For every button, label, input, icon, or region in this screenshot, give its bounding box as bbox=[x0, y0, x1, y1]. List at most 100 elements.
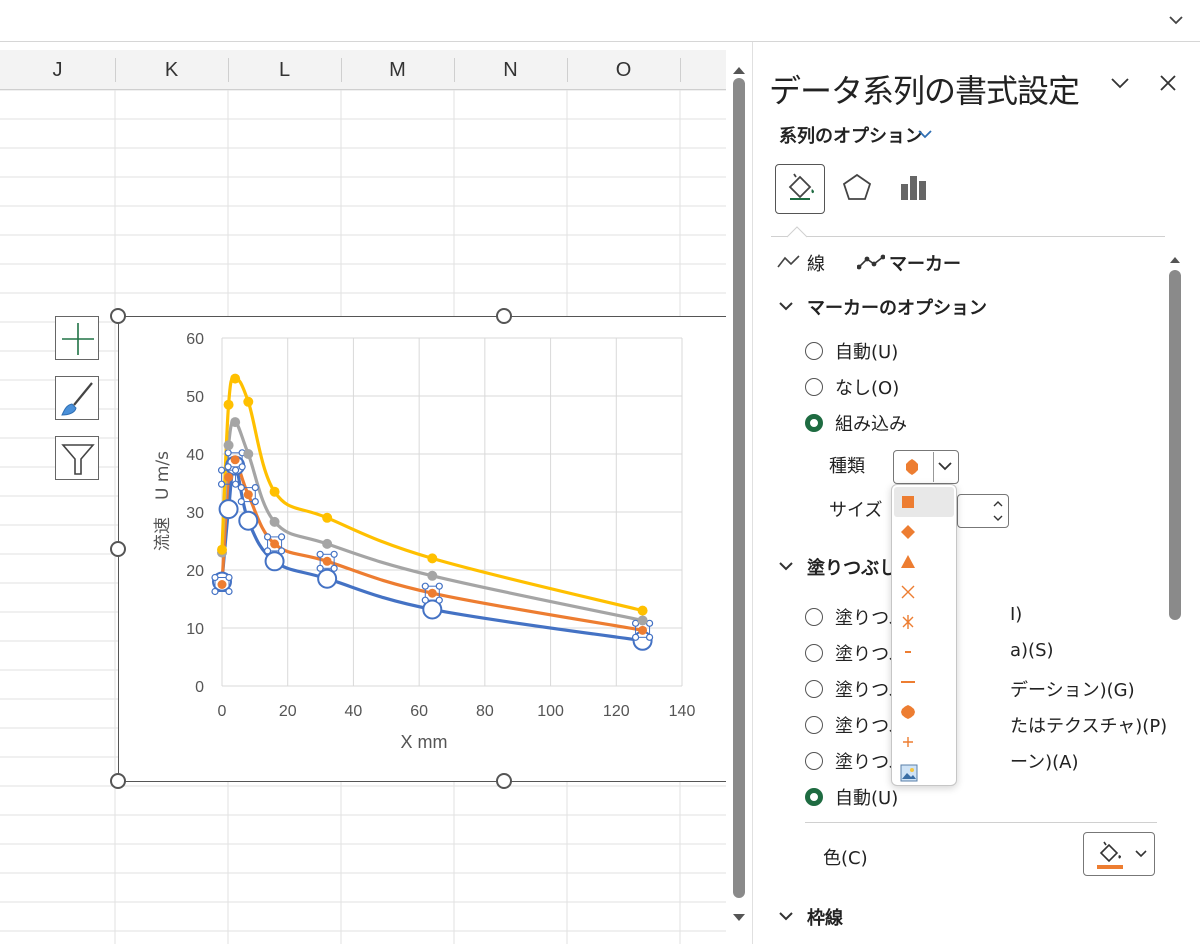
scroll-down-icon[interactable] bbox=[726, 904, 752, 934]
chevron-down-icon bbox=[779, 302, 793, 311]
marker-option-plus[interactable] bbox=[894, 727, 954, 757]
series-2-point[interactable] bbox=[211, 573, 233, 596]
short-dash-marker-icon bbox=[905, 651, 911, 653]
series-3-point[interactable] bbox=[223, 440, 234, 451]
series-2-point[interactable] bbox=[237, 484, 259, 506]
column-header-l[interactable]: L bbox=[228, 50, 341, 90]
fill-line-tab[interactable] bbox=[775, 164, 825, 214]
line-subtab-label: 線 bbox=[807, 254, 825, 275]
series-4-point[interactable] bbox=[637, 605, 648, 616]
chart-styles-button[interactable] bbox=[55, 376, 99, 420]
y-tick-label: 10 bbox=[186, 621, 204, 638]
filter-icon bbox=[61, 444, 95, 475]
column-header-o[interactable]: O bbox=[567, 50, 680, 90]
marker-option-picture[interactable] bbox=[894, 757, 954, 787]
x-axis-title[interactable]: X mm bbox=[401, 732, 448, 752]
spin-down-icon[interactable] bbox=[991, 512, 1005, 524]
chevron-down-icon[interactable] bbox=[917, 128, 933, 140]
radio-label: 自動(U) bbox=[835, 788, 899, 809]
section-heading: マーカーのオプション bbox=[807, 298, 987, 319]
marker-option-long-dash[interactable] bbox=[894, 667, 954, 697]
series-options-dropdown[interactable]: 系列のオプション bbox=[779, 122, 923, 148]
series-2-point[interactable] bbox=[224, 449, 246, 471]
radio-label-tail: ーン)(A) bbox=[1010, 752, 1079, 773]
series-4-point[interactable] bbox=[269, 486, 280, 497]
marker-option-square[interactable] bbox=[894, 487, 954, 517]
scatter-chart[interactable]: 0 10 20 30 40 50 60 0 20 40 60 80 100 120 140 X mm 流速… bbox=[118, 316, 724, 780]
column-header-m[interactable]: M bbox=[341, 50, 454, 90]
sheet-scrollbar-thumb[interactable] bbox=[733, 78, 745, 898]
series-1-point[interactable] bbox=[317, 568, 338, 589]
close-icon[interactable] bbox=[1157, 72, 1179, 94]
series-options-tab[interactable] bbox=[889, 164, 939, 214]
column-header-row: J K L M N O bbox=[0, 50, 726, 90]
marker-option-short-dash[interactable] bbox=[894, 637, 954, 667]
circle-marker-icon bbox=[901, 705, 915, 719]
series-1-point[interactable] bbox=[238, 510, 259, 531]
x-tick-label: 120 bbox=[603, 703, 630, 720]
radio-label-tail: デーション)(G) bbox=[1010, 680, 1135, 701]
effects-tab[interactable] bbox=[833, 164, 883, 214]
plus-icon bbox=[62, 323, 94, 355]
series-4-point[interactable] bbox=[230, 373, 241, 384]
pane-scrollbar-thumb[interactable] bbox=[1169, 270, 1181, 620]
series-1-point[interactable] bbox=[264, 551, 285, 572]
pane-title: データ系列の書式設定 bbox=[769, 72, 1080, 110]
column-header-j[interactable]: J bbox=[0, 50, 115, 90]
column-header-n[interactable]: N bbox=[454, 50, 567, 90]
series-4-point[interactable] bbox=[427, 553, 438, 564]
marker-type-dropdown-button[interactable] bbox=[933, 452, 957, 482]
line-subtab[interactable]: 線 bbox=[777, 250, 847, 278]
column-header-k[interactable]: K bbox=[115, 50, 228, 90]
series-4-point[interactable] bbox=[217, 544, 227, 555]
scroll-up-icon[interactable] bbox=[1165, 250, 1185, 270]
divider bbox=[805, 822, 1157, 823]
marker-subtab[interactable]: マーカー bbox=[857, 250, 977, 278]
y-tick-label: 0 bbox=[195, 679, 204, 696]
marker-option-triangle[interactable] bbox=[894, 547, 954, 577]
chart-filters-button[interactable] bbox=[55, 436, 99, 480]
series-3-point[interactable] bbox=[637, 615, 648, 626]
series-3-point[interactable] bbox=[427, 570, 438, 581]
picture-marker-icon bbox=[900, 764, 918, 782]
chevron-down-icon bbox=[938, 462, 952, 471]
series-3-point[interactable] bbox=[243, 449, 254, 459]
series-4-point[interactable] bbox=[322, 512, 333, 523]
radio-label: 組み込み bbox=[835, 414, 907, 435]
long-dash-marker-icon bbox=[901, 681, 915, 683]
y-axis-ticks: 0 10 20 30 40 50 60 bbox=[186, 331, 204, 696]
series-options-icon bbox=[901, 176, 926, 200]
marker-size-label: サイズ bbox=[829, 500, 883, 521]
fill-color-button[interactable] bbox=[1083, 832, 1155, 876]
marker-type-dropdown-list[interactable] bbox=[891, 484, 957, 786]
series-2-point[interactable] bbox=[263, 533, 286, 555]
y-tick-label: 40 bbox=[186, 447, 204, 464]
series-2-point[interactable] bbox=[316, 550, 338, 572]
series-2-point[interactable] bbox=[421, 582, 443, 604]
section-heading: 塗りつぶし bbox=[807, 558, 898, 579]
spin-up-icon[interactable] bbox=[991, 498, 1005, 510]
marker-option-star[interactable] bbox=[894, 607, 954, 637]
y-axis-title[interactable]: 流速 U m/s bbox=[153, 451, 173, 551]
chevron-down-icon bbox=[779, 912, 793, 921]
series-4-point[interactable] bbox=[223, 399, 234, 410]
effects-icon bbox=[842, 173, 872, 200]
series-3-point[interactable] bbox=[269, 516, 280, 527]
series-4-point[interactable] bbox=[243, 396, 254, 407]
x-tick-label: 100 bbox=[537, 703, 564, 720]
chevron-down-icon[interactable] bbox=[1109, 72, 1131, 94]
marker-option-circle[interactable] bbox=[894, 697, 954, 727]
series-3-point[interactable] bbox=[230, 417, 241, 428]
series-3-point[interactable] bbox=[322, 538, 333, 549]
diamond-marker-icon bbox=[901, 525, 915, 539]
format-data-series-pane: データ系列の書式設定 系列のオプション 線 マーカー マーカーのオプション 自動… bbox=[752, 42, 1200, 944]
radio-label-tail: a)(S) bbox=[1010, 640, 1054, 661]
tab-pointer bbox=[787, 226, 807, 238]
series-1-point[interactable] bbox=[218, 499, 239, 520]
marker-option-diamond[interactable] bbox=[894, 517, 954, 547]
marker-option-x[interactable] bbox=[894, 577, 954, 607]
x-tick-label: 0 bbox=[218, 703, 227, 720]
chevron-down-icon[interactable] bbox=[1166, 10, 1186, 30]
chart-elements-button[interactable] bbox=[55, 316, 99, 360]
marker-size-spinner[interactable] bbox=[957, 494, 1009, 528]
